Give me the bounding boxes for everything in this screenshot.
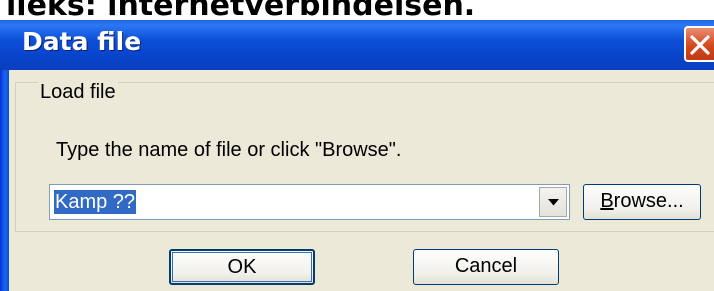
combo-dropdown-button[interactable] (539, 187, 567, 217)
load-file-groupbox: Load file Type the name of file or click… (15, 81, 714, 232)
file-name-value[interactable]: Kamp ?? (54, 190, 137, 214)
dropdown-arrow-icon (548, 199, 559, 206)
groupbox-legend: Load file (38, 81, 118, 104)
close-button[interactable] (684, 26, 714, 62)
browse-button[interactable]: Browse... (583, 184, 701, 220)
dialog-title: Data file (22, 27, 142, 56)
browse-label: rowse... (613, 190, 684, 212)
instruction-text: Type the name of file or click "Browse". (56, 139, 402, 161)
ok-button[interactable]: OK (169, 249, 315, 285)
close-icon (690, 35, 710, 55)
browse-accelerator: B (600, 190, 614, 212)
title-bar[interactable]: Data file (0, 20, 714, 70)
dialog-body: Load file Type the name of file or click… (9, 70, 714, 291)
file-name-combobox[interactable]: Kamp ?? (49, 184, 570, 220)
cancel-label: Cancel (454, 255, 518, 277)
ok-label: OK (227, 256, 257, 278)
window-frame-left (0, 70, 9, 291)
cancel-button[interactable]: Cancel (413, 249, 559, 285)
data-file-dialog: Data file Load file Type the name of fil… (0, 20, 714, 291)
